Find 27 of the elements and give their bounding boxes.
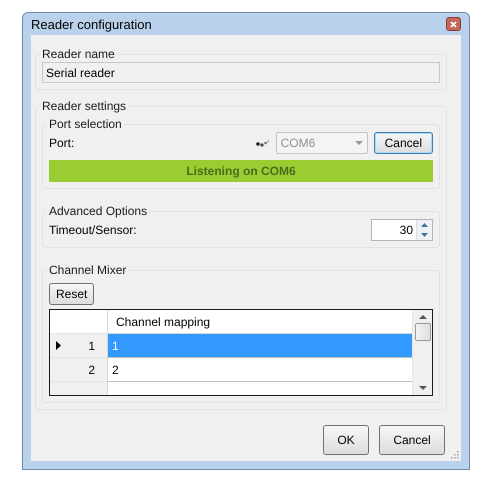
group-label: Channel Mixer — [48, 263, 128, 277]
timeout-spinbox[interactable]: 30 — [371, 219, 433, 241]
close-icon[interactable] — [446, 17, 461, 31]
group-label: Advanced Options — [48, 204, 148, 218]
scroll-thumb[interactable] — [414, 323, 430, 341]
row-header[interactable]: 2 — [50, 358, 108, 382]
port-label: Port: — [49, 136, 74, 150]
dropdown-arrow-icon — [354, 140, 363, 146]
group-label: Reader name — [41, 47, 116, 61]
connection-icon — [256, 138, 270, 148]
resize-grip-icon[interactable] — [450, 450, 459, 459]
group-label: Reader settings — [41, 99, 128, 113]
timeout-label: Timeout/Sensor: — [49, 223, 137, 237]
scrollbar[interactable] — [412, 310, 432, 395]
ok-button[interactable]: OK — [323, 425, 369, 455]
window-title: Reader configuration — [31, 16, 152, 32]
cancel-button[interactable]: Cancel — [379, 425, 445, 455]
group-label: Port selection — [48, 117, 123, 131]
reader-name-field[interactable]: Serial reader — [42, 62, 440, 83]
row-number: 2 — [88, 362, 95, 376]
scroll-down-icon[interactable] — [418, 386, 426, 391]
row-header[interactable]: 1 — [50, 334, 108, 358]
reset-button[interactable]: Reset — [49, 283, 94, 305]
status-banner: Listening on COM6 — [49, 160, 433, 182]
mapping-cell[interactable]: 2 — [108, 358, 412, 382]
row-number: 1 — [88, 338, 95, 352]
scroll-up-icon[interactable] — [418, 314, 426, 319]
